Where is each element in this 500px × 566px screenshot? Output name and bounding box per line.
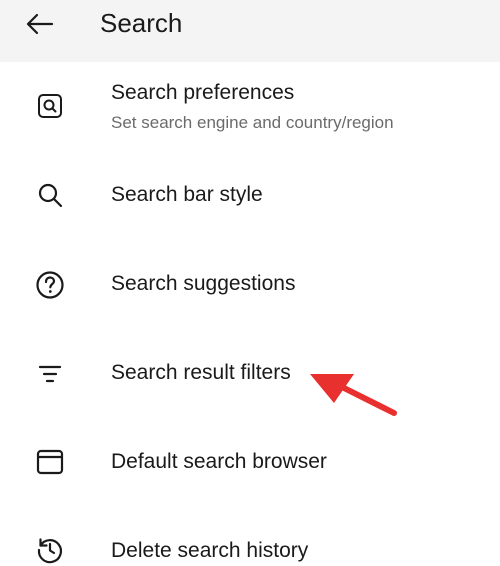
settings-item-search-bar-style[interactable]: Search bar style — [0, 168, 500, 224]
settings-item-label: Delete search history — [111, 539, 309, 562]
magnifier-icon — [34, 179, 66, 211]
settings-item-default-search-browser[interactable]: Default search browser — [0, 435, 500, 491]
search-box-icon — [34, 90, 66, 122]
settings-item-label: Default search browser — [111, 450, 327, 473]
settings-item-search-preferences[interactable]: Search preferences Set search engine and… — [0, 78, 500, 140]
settings-item-label: Search suggestions — [111, 272, 296, 295]
settings-item-search-result-filters[interactable]: Search result filters — [0, 346, 500, 402]
filter-lines-icon — [34, 358, 66, 390]
browser-window-icon — [34, 446, 66, 478]
top-app-bar: Search — [0, 0, 500, 62]
settings-item-search-suggestions[interactable]: Search suggestions — [0, 257, 500, 313]
settings-item-label: Search preferences — [111, 81, 295, 104]
arrow-left-icon — [26, 13, 54, 35]
settings-item-subtitle: Set search engine and country/region — [111, 113, 394, 132]
settings-item-label: Search result filters — [111, 361, 291, 384]
page-title: Search — [100, 8, 183, 38]
settings-item-delete-search-history[interactable]: Delete search history — [0, 524, 500, 566]
help-circle-icon — [34, 269, 66, 301]
back-button[interactable] — [22, 8, 56, 40]
settings-screen: Search Search preferences Set search eng… — [0, 0, 500, 566]
history-icon — [34, 534, 66, 566]
settings-item-label: Search bar style — [111, 183, 263, 206]
